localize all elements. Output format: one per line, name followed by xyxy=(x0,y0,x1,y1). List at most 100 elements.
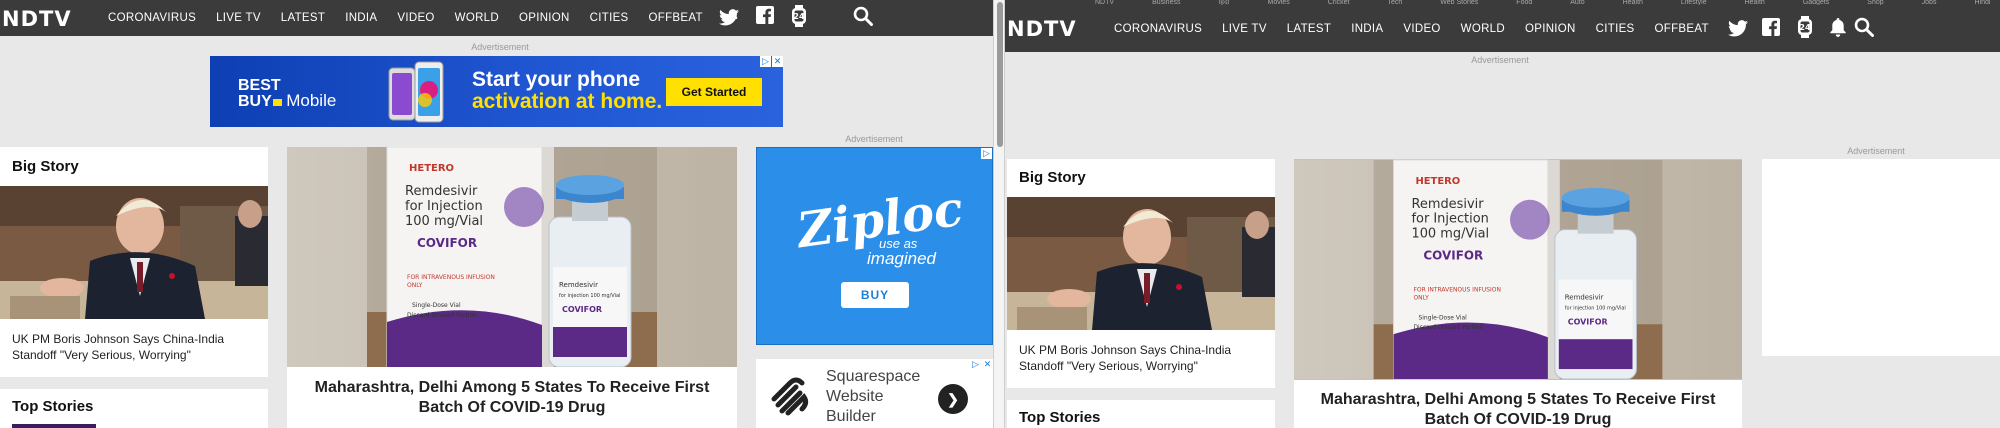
scrollbar-thumb[interactable] xyxy=(997,2,1003,147)
vial-drug: Remdesivir xyxy=(1565,293,1604,301)
nav-item-coronavirus[interactable]: CORONAVIRUS xyxy=(108,12,196,24)
vial-dose: for injection 100 mg/Vial xyxy=(559,293,620,299)
squarespace-ad[interactable]: Squarespace Website Builder ❯ ▷ ✕ xyxy=(756,359,993,428)
nav-item-live-tv[interactable]: LIVE TV xyxy=(1222,23,1267,35)
advertisement-label: Advertisement xyxy=(471,42,529,52)
box-drug-line2: for Injection xyxy=(405,199,483,214)
box-note1: FOR INTRAVENOUS INFUSION xyxy=(407,274,495,281)
main-story-image[interactable]: HETERO Remdesivir for Injection 100 mg/V… xyxy=(1294,159,1742,380)
nav-item-cities[interactable]: CITIES xyxy=(1596,23,1635,35)
browser-pane-right: NDTV Business हिंदी Movies Cricket Tech Web St… xyxy=(1005,0,2000,428)
svg-text:24: 24 xyxy=(793,12,805,21)
box-name: COVIFOR xyxy=(417,236,477,250)
adchoices-icon[interactable]: ▷ xyxy=(760,56,771,67)
smartwatch-icon[interactable]: 24 xyxy=(1794,15,1816,39)
main-nav: CORONAVIRUS LIVE TV LATEST INDIA VIDEO WORLD O… xyxy=(108,0,739,36)
nav-item-offbeat[interactable]: OFFBEAT xyxy=(649,12,703,24)
nav-item-latest[interactable]: LATEST xyxy=(1287,23,1331,35)
advertisement-label: Advertisement xyxy=(1471,55,1529,65)
adchoices[interactable]: ▷ ✕ xyxy=(970,359,993,370)
box-brand: HETERO xyxy=(409,163,454,174)
box-dose: 100 mg/Vial xyxy=(1411,227,1489,242)
box-discard: Discard Unused Portion xyxy=(407,312,477,319)
adchoices[interactable]: ▷ xyxy=(981,148,992,159)
top-stories-card: Top Stories xyxy=(1007,400,1275,428)
twitter-icon[interactable] xyxy=(718,6,740,28)
search-icon[interactable] xyxy=(1853,15,1875,39)
nav-item-world[interactable]: WORLD xyxy=(455,12,499,24)
nav-item-world[interactable]: WORLD xyxy=(1461,23,1505,35)
ziploc-tagline: use as imagined xyxy=(867,236,936,268)
facebook-icon[interactable] xyxy=(1760,16,1782,38)
top-navigation-bar: NDTV CORONAVIRUS LIVE TV LATEST INDIA VIDEO W… xyxy=(0,0,993,36)
big-story-image[interactable] xyxy=(0,186,268,319)
big-story-headline-link[interactable]: UK PM Boris Johnson Says China-India Sta… xyxy=(1019,342,1269,374)
box-vial: Single-Dose Vial xyxy=(412,302,461,309)
box-vial: Single-Dose Vial xyxy=(1418,314,1467,321)
main-nav: CORONAVIRUS LIVE TV LATEST INDIA VIDEO WORLD O… xyxy=(1114,5,1745,52)
main-story-card: HETERO Remdesivir for Injection 100 mg/V… xyxy=(1294,159,1742,428)
big-story-heading: Big Story xyxy=(12,158,79,175)
box-note1: FOR INTRAVENOUS INFUSION xyxy=(1413,286,1500,293)
nav-item-coronavirus[interactable]: CORONAVIRUS xyxy=(1114,23,1202,35)
browser-pane-left: NDTV CORONAVIRUS LIVE TV LATEST INDIA VIDEO W… xyxy=(0,0,993,428)
nav-item-latest[interactable]: LATEST xyxy=(281,12,325,24)
main-story-image[interactable]: HETERO Remdesivir for Injection 100 mg/V… xyxy=(287,147,737,367)
ziploc-ad[interactable]: ▷ Ziploc use as imagined BUY xyxy=(756,147,993,345)
nav-item-video[interactable]: VIDEO xyxy=(1403,23,1440,35)
pane-scrollbar[interactable] xyxy=(993,0,1005,428)
nav-item-video[interactable]: VIDEO xyxy=(397,12,434,24)
ziploc-buy-button[interactable]: BUY xyxy=(841,282,909,308)
box-dose: 100 mg/Vial xyxy=(405,214,483,229)
box-note2: ONLY xyxy=(1413,294,1429,301)
advertisement-label: Advertisement xyxy=(845,134,903,144)
main-story-headline-link[interactable]: Maharashtra, Delhi Among 5 States To Rec… xyxy=(307,378,717,418)
adchoices-icon[interactable]: ▷ xyxy=(981,148,992,159)
close-ad-icon[interactable]: ✕ xyxy=(982,359,993,370)
svg-text:24: 24 xyxy=(1799,23,1811,32)
phones-image xyxy=(385,60,455,126)
squarespace-logo-icon xyxy=(766,373,812,419)
main-story-headline-link[interactable]: Maharashtra, Delhi Among 5 States To Rec… xyxy=(1314,390,1722,428)
ndtv-logo[interactable]: NDTV xyxy=(2,9,72,30)
bestbuy-get-started-button[interactable]: Get Started xyxy=(666,78,762,106)
vial-name: COVIFOR xyxy=(1568,317,1608,326)
vial-drug: Remdesivir xyxy=(559,281,598,289)
smartwatch-icon[interactable]: 24 xyxy=(788,4,810,28)
big-story-headline-link[interactable]: UK PM Boris Johnson Says China-India Sta… xyxy=(12,331,262,363)
big-story-image[interactable] xyxy=(1007,197,1275,330)
box-brand: HETERO xyxy=(1415,176,1460,187)
nav-item-india[interactable]: INDIA xyxy=(1351,23,1383,35)
bestbuy-banner-ad[interactable]: BEST BUY Mobile Start your phone activat… xyxy=(210,56,783,127)
box-name: COVIFOR xyxy=(1423,249,1483,263)
twitter-icon[interactable] xyxy=(1727,17,1749,39)
ndtv-logo[interactable]: NDTV xyxy=(1007,19,1077,40)
box-note2: ONLY xyxy=(407,282,423,289)
bestbuy-headline: Start your phone activation at home. xyxy=(472,68,663,113)
nav-item-opinion[interactable]: OPINION xyxy=(519,12,570,24)
nav-item-cities[interactable]: CITIES xyxy=(590,12,629,24)
top-story-thumbnail[interactable] xyxy=(12,424,96,428)
main-story-card: HETERO Remdesivir for Injection 100 mg/V… xyxy=(287,147,737,428)
nav-item-offbeat[interactable]: OFFBEAT xyxy=(1655,23,1709,35)
box-discard: Discard Unused Portion xyxy=(1413,324,1483,331)
squarespace-arrow-button[interactable]: ❯ xyxy=(938,384,968,414)
big-story-card: Big Story UK PM Boris Johnson Says China… xyxy=(1007,159,1275,388)
big-story-card: Big Story UK PM Boris Johnson Says China… xyxy=(0,147,268,377)
vial-dose: for injection 100 mg/Vial xyxy=(1565,305,1626,311)
bestbuy-logo: BEST BUY Mobile xyxy=(238,77,337,110)
vial-name: COVIFOR xyxy=(562,305,602,314)
adchoices-icon[interactable]: ▷ xyxy=(970,359,981,370)
nav-item-opinion[interactable]: OPINION xyxy=(1525,23,1576,35)
notification-bell-icon[interactable] xyxy=(1827,16,1849,38)
nav-item-india[interactable]: INDIA xyxy=(345,12,377,24)
nav-item-live-tv[interactable]: LIVE TV xyxy=(216,12,261,24)
facebook-icon[interactable] xyxy=(754,4,776,26)
search-icon[interactable] xyxy=(852,4,874,28)
ad-slot-empty xyxy=(1762,159,2000,356)
top-navigation-bar: NDTV CORONAVIRUS LIVE TV LATEST INDIA VIDEO W… xyxy=(1005,5,2000,52)
close-ad-icon[interactable]: ✕ xyxy=(772,56,783,67)
top-stories-heading: Top Stories xyxy=(12,398,94,415)
adchoices[interactable]: ▷ ✕ xyxy=(760,56,783,67)
box-drug-line1: Remdesivir xyxy=(1411,197,1484,212)
